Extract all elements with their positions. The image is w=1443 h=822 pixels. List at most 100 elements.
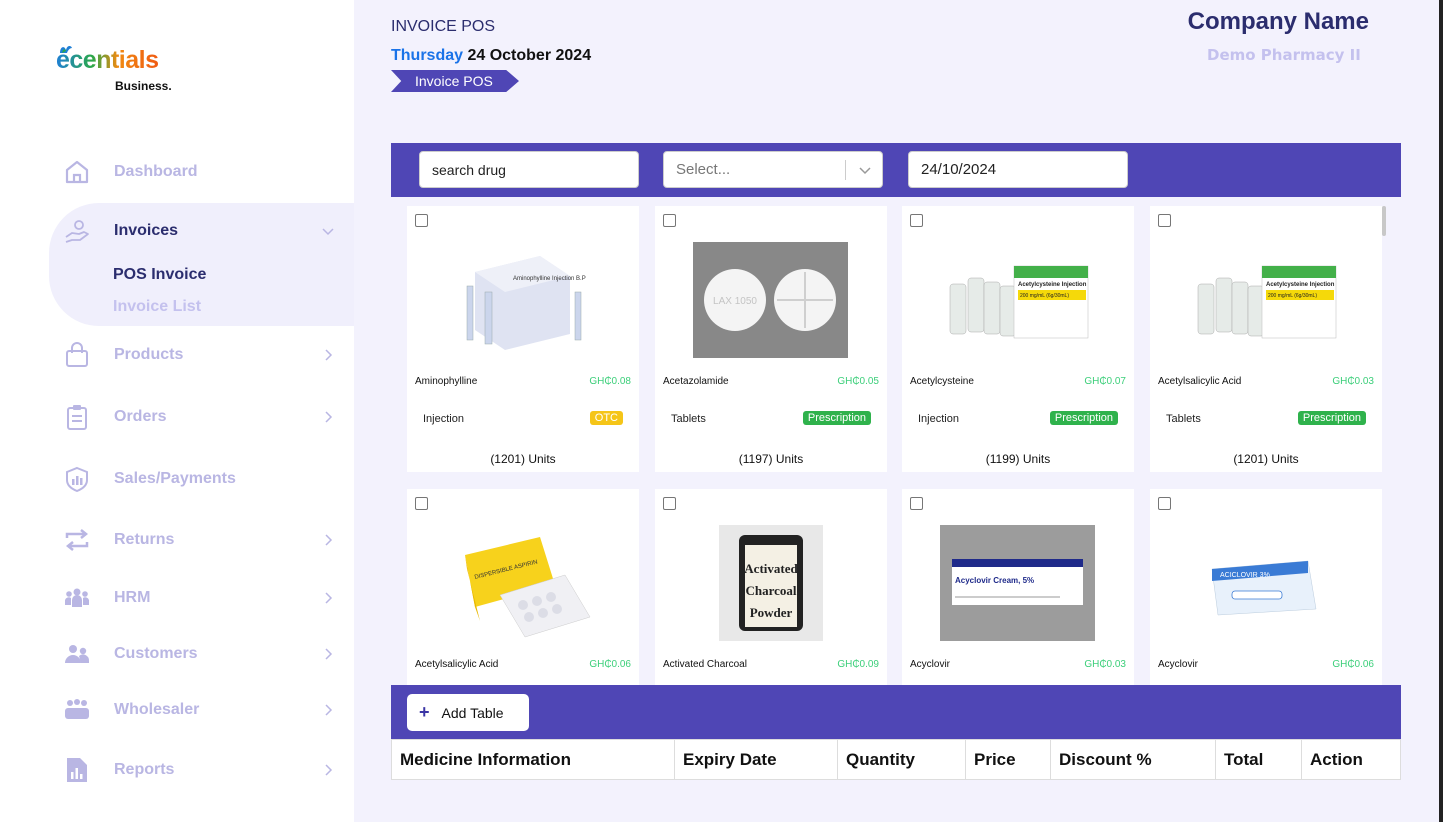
product-name: Aminophylline bbox=[415, 376, 478, 387]
chevron-right-icon bbox=[325, 648, 333, 660]
product-form: Tablets bbox=[1166, 413, 1201, 425]
svg-text:Powder: Powder bbox=[750, 605, 793, 620]
sidebar-subitem-invoice-list[interactable]: Invoice List bbox=[113, 298, 201, 316]
sidebar-item-label: HRM bbox=[114, 589, 151, 606]
chevron-down-icon[interactable] bbox=[858, 163, 872, 177]
sidebar-item-returns[interactable]: Returns bbox=[0, 520, 354, 560]
product-card[interactable]: Acetylcysteine Injection 200 mg/mL (6g/3… bbox=[1150, 206, 1382, 472]
chevron-right-icon bbox=[325, 704, 333, 716]
product-card[interactable]: Acetylcysteine Injection 200 mg/mL (6g/3… bbox=[902, 206, 1134, 472]
status-badge: Prescription bbox=[1049, 411, 1118, 425]
product-price: GH₵0.06 bbox=[589, 659, 631, 670]
plus-icon: + bbox=[419, 702, 430, 722]
report-icon bbox=[64, 757, 90, 783]
product-name: Acyclovir bbox=[910, 659, 951, 670]
svg-text:Acyclovir Cream, 5%: Acyclovir Cream, 5% bbox=[955, 576, 1034, 585]
product-price: GH₵0.03 bbox=[1332, 376, 1374, 387]
sidebar-item-dashboard[interactable]: Dashboard bbox=[0, 152, 354, 192]
sidebar: ecentials Business. Dashboard Invoices P… bbox=[0, 0, 354, 822]
product-checkbox[interactable] bbox=[910, 497, 923, 510]
product-checkbox[interactable] bbox=[910, 214, 923, 227]
grid-scrollbar[interactable] bbox=[1382, 206, 1386, 236]
product-price: GH₵0.08 bbox=[589, 376, 631, 387]
sidebar-subitem-pos-invoice[interactable]: POS Invoice bbox=[113, 266, 206, 284]
product-card[interactable]: LAX 1050 Acetazolamide GH₵0.05 Tablets P… bbox=[655, 206, 887, 472]
status-badge: Prescription bbox=[1297, 411, 1366, 425]
add-table-label: Add Table bbox=[441, 704, 504, 721]
sidebar-item-label: Reports bbox=[114, 761, 175, 778]
product-checkbox[interactable] bbox=[1158, 497, 1171, 510]
svg-text:200 mg/mL (6g/30mL): 200 mg/mL (6g/30mL) bbox=[1020, 293, 1069, 299]
leaf-icon bbox=[60, 45, 72, 53]
logo-sub: Business. bbox=[115, 79, 172, 93]
table-toolbar: + Add Table bbox=[391, 685, 1401, 739]
product-units: (1201) Units bbox=[490, 452, 556, 466]
column-header: Discount % bbox=[1051, 740, 1216, 779]
current-date-text: 24 October 2024 bbox=[467, 47, 592, 64]
sidebar-item-label: Orders bbox=[114, 408, 167, 425]
select-placeholder: Select... bbox=[676, 161, 731, 178]
product-price: GH₵0.07 bbox=[1084, 376, 1126, 387]
product-image: LAX 1050 bbox=[693, 242, 848, 358]
sidebar-item-orders[interactable]: Orders bbox=[0, 397, 354, 437]
add-table-button[interactable]: + Add Table bbox=[407, 694, 529, 731]
product-image: ACICLOVIR 3% bbox=[1188, 525, 1343, 641]
select-separator bbox=[845, 160, 846, 180]
product-image: Activated Charcoal Powder bbox=[719, 525, 823, 641]
status-badge: Prescription bbox=[802, 411, 871, 425]
product-card[interactable]: Aminophylline Injection B.P Aminophyllin… bbox=[407, 206, 639, 472]
product-card[interactable]: DISPERSIBLE ASPIRIN Acetylsalicylic Acid… bbox=[407, 489, 639, 685]
product-checkbox[interactable] bbox=[415, 497, 428, 510]
product-checkbox[interactable] bbox=[663, 214, 676, 227]
column-header: Price bbox=[966, 740, 1051, 779]
chevron-right-icon bbox=[325, 764, 333, 776]
logo[interactable]: ecentials Business. bbox=[56, 45, 172, 93]
product-checkbox[interactable] bbox=[663, 497, 676, 510]
column-header: Quantity bbox=[838, 740, 966, 779]
sidebar-item-hrm[interactable]: HRM bbox=[0, 578, 354, 618]
sidebar-item-label: Dashboard bbox=[114, 163, 198, 180]
invoice-table-header: Medicine Information Expiry Date Quantit… bbox=[391, 739, 1401, 780]
bag-icon bbox=[64, 342, 90, 368]
current-date: Thursday 24 October 2024 bbox=[391, 47, 591, 65]
company-subtitle: Demo Pharmacy II bbox=[1207, 46, 1361, 64]
product-checkbox[interactable] bbox=[415, 214, 428, 227]
product-name: Acetazolamide bbox=[663, 376, 729, 387]
product-checkbox[interactable] bbox=[1158, 214, 1171, 227]
sidebar-item-customers[interactable]: Customers bbox=[0, 634, 354, 674]
product-name: Acyclovir bbox=[1158, 659, 1199, 670]
sidebar-item-products[interactable]: Products bbox=[0, 335, 354, 375]
product-image: Acetylcysteine Injection 200 mg/mL (6g/3… bbox=[940, 242, 1095, 358]
product-card[interactable]: Acyclovir Cream, 5% Acyclovir GH₵0.03 bbox=[902, 489, 1134, 685]
chevron-right-icon bbox=[325, 534, 333, 546]
hand-user-icon bbox=[64, 218, 90, 244]
date-input[interactable]: 24/10/2024 bbox=[908, 151, 1128, 188]
chevron-down-icon bbox=[322, 228, 334, 236]
breadcrumb[interactable]: Invoice POS bbox=[391, 70, 519, 92]
sidebar-item-invoices[interactable]: Invoices bbox=[0, 211, 354, 251]
product-name: Activated Charcoal bbox=[663, 659, 747, 670]
product-card[interactable]: ACICLOVIR 3% Acyclovir GH₵0.06 bbox=[1150, 489, 1382, 685]
sidebar-item-sales-payments[interactable]: Sales/Payments bbox=[0, 459, 354, 499]
sidebar-item-label: Wholesaler bbox=[114, 701, 200, 718]
search-input[interactable]: search drug bbox=[419, 151, 639, 188]
product-price: GH₵0.06 bbox=[1332, 659, 1374, 670]
svg-text:Aminophylline Injection B.P: Aminophylline Injection B.P bbox=[513, 276, 586, 282]
sidebar-item-label: Invoices bbox=[114, 222, 179, 239]
company-name: Company Name bbox=[1187, 8, 1369, 35]
chevron-right-icon bbox=[325, 349, 333, 361]
product-card[interactable]: Activated Charcoal Powder Activated Char… bbox=[655, 489, 887, 685]
sidebar-item-label: Products bbox=[114, 346, 184, 363]
category-select[interactable]: Select... bbox=[663, 151, 883, 188]
product-name: Acetylsalicylic Acid bbox=[1158, 376, 1242, 387]
window-edge bbox=[1439, 0, 1443, 822]
sidebar-item-reports[interactable]: Reports bbox=[0, 750, 354, 790]
product-image: DISPERSIBLE ASPIRIN bbox=[445, 525, 600, 641]
sidebar-item-wholesaler[interactable]: Wholesaler bbox=[0, 690, 354, 730]
group-icon bbox=[64, 585, 90, 611]
product-units: (1199) Units bbox=[985, 452, 1051, 466]
sidebar-item-label: Sales/Payments bbox=[114, 470, 236, 487]
svg-text:Charcoal: Charcoal bbox=[745, 583, 796, 598]
clipboard-icon bbox=[64, 404, 90, 430]
chevron-right-icon bbox=[325, 411, 333, 423]
